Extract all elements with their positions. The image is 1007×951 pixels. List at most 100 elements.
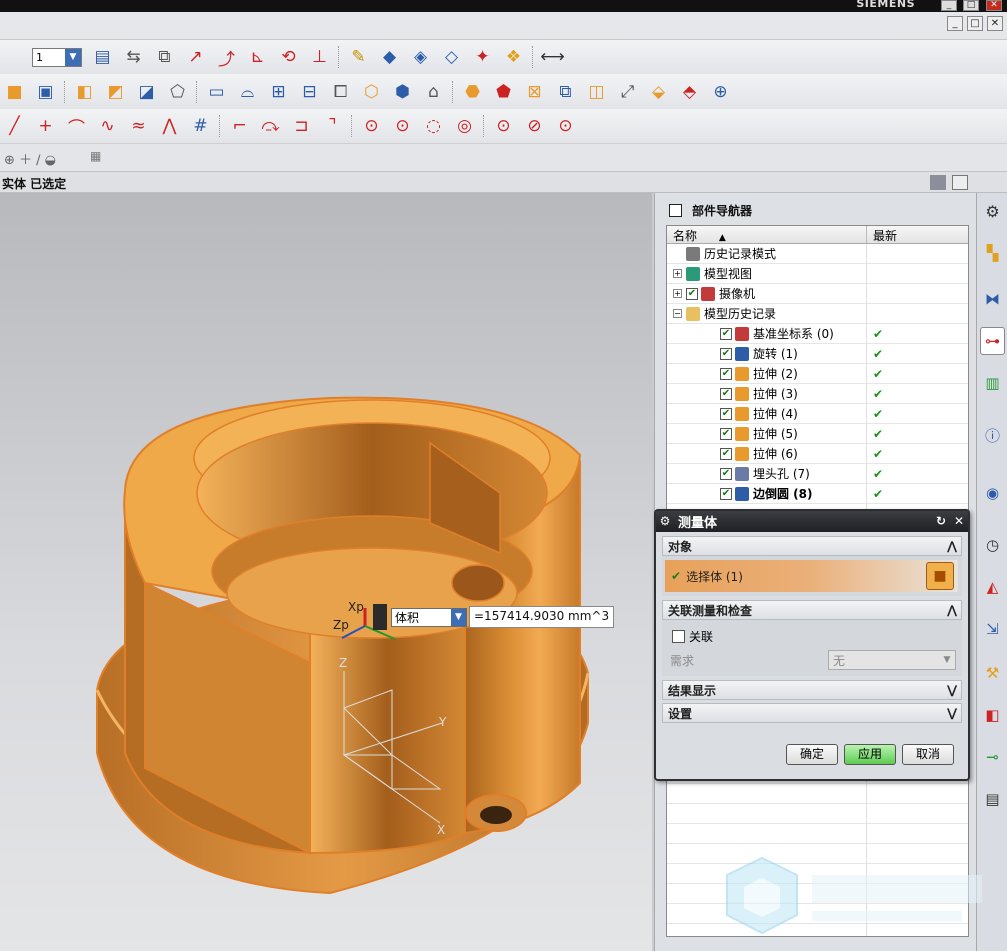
trim-curve-icon[interactable]: ⌐ xyxy=(227,114,252,138)
snap-icon[interactable]: ✎ xyxy=(346,45,371,69)
tree-row[interactable]: ✔ 旋转 (1) ✔ xyxy=(667,343,968,364)
wcs-set-icon[interactable]: ⊥ xyxy=(307,45,332,69)
expand-icon[interactable]: + xyxy=(673,289,682,298)
minimize-button[interactable]: _ xyxy=(941,0,957,11)
ok-button[interactable]: 确定 xyxy=(786,744,838,765)
invert-visibility-icon[interactable]: ✦ xyxy=(470,45,495,69)
apply-button[interactable]: 应用 xyxy=(844,744,896,765)
tree-row[interactable]: ✔ 埋头孔 (7) ✔ xyxy=(667,463,968,484)
body-icon[interactable]: ▣ xyxy=(33,80,58,104)
expand-icon[interactable]: + xyxy=(673,269,682,278)
polyline-icon[interactable]: ⋀ xyxy=(157,114,182,138)
select-body-row[interactable]: ✔ 选择体 (1) ■ xyxy=(665,560,958,592)
mdi-minimize-button[interactable]: _ xyxy=(947,16,963,31)
visibility-checkbox[interactable]: ✔ xyxy=(720,347,732,360)
part-nav-icon[interactable]: ⊶ xyxy=(980,327,1005,355)
wcs-dynamic-icon[interactable]: ⟲ xyxy=(276,45,301,69)
spline-icon[interactable]: ∿ xyxy=(95,114,120,138)
visibility-checkbox[interactable]: ✔ xyxy=(720,367,732,380)
move-layer-icon[interactable]: ⇆ xyxy=(121,45,146,69)
status-filter-icon[interactable] xyxy=(930,175,946,190)
sync-constraint-icon[interactable]: ⬘ xyxy=(677,80,702,104)
circle-icon[interactable]: ⊙ xyxy=(359,114,384,138)
select-body-button[interactable]: ■ xyxy=(926,562,954,590)
line-icon[interactable]: ╱ xyxy=(2,114,27,138)
extend-curve-icon[interactable]: ⤼ xyxy=(258,114,283,138)
tree-row[interactable]: ✔ 边倒圆 (8) ✔ xyxy=(667,483,968,504)
visibility-checkbox[interactable]: ✔ xyxy=(720,407,732,420)
mesh-surface-icon[interactable]: ⊟ xyxy=(297,80,322,104)
associative-checkbox-row[interactable]: 关联 xyxy=(672,628,713,645)
corner-icon[interactable]: ⊐ xyxy=(289,114,314,138)
tree-row[interactable]: ✔ 拉伸 (6) ✔ xyxy=(667,443,968,464)
close-button[interactable]: ✕ xyxy=(986,0,1002,11)
sync-options-icon[interactable]: ⊕ xyxy=(708,80,733,104)
circle-3pt-icon[interactable]: ◌ xyxy=(421,114,446,138)
sync-move-face-icon[interactable]: ⬣ xyxy=(460,80,485,104)
requirement-select[interactable]: 无 ▼ xyxy=(828,650,956,670)
gear-icon[interactable]: ⚙ xyxy=(980,197,1005,225)
reset-icon[interactable]: ↻ xyxy=(932,513,950,530)
layer-combo[interactable]: 1 ▼ xyxy=(32,47,82,67)
helix-icon[interactable]: ≈ xyxy=(126,114,151,138)
surface-icon[interactable]: ▭ xyxy=(204,80,229,104)
collapse-icon[interactable]: − xyxy=(673,309,682,318)
tree-row[interactable]: ✔ 拉伸 (2) ✔ xyxy=(667,363,968,384)
property-combo[interactable]: 体积 ▼ xyxy=(391,607,467,627)
show-only-icon[interactable]: ◈ xyxy=(408,45,433,69)
process-studio-icon[interactable]: ⇲ xyxy=(980,615,1005,643)
graphics-viewport[interactable]: Xp Zp Z Y X xyxy=(0,193,652,951)
measure-distance-icon[interactable]: ⟷ xyxy=(540,45,565,69)
ruled-surface-icon[interactable]: ⌓ xyxy=(235,80,260,104)
tree-row[interactable]: ✔ 拉伸 (3) ✔ xyxy=(667,383,968,404)
tree-row[interactable]: + ✔ 摄像机 xyxy=(667,283,968,304)
gear-icon[interactable]: ⚙ xyxy=(656,513,674,530)
sweep-icon[interactable]: ◩ xyxy=(103,80,128,104)
layer-settings-icon[interactable]: ▤ xyxy=(90,45,115,69)
point-icon[interactable]: + xyxy=(33,114,58,138)
visibility-checkbox[interactable]: ✔ xyxy=(720,327,732,340)
section-settings[interactable]: 设置 ⋁ xyxy=(662,703,962,723)
fillet-icon[interactable]: ⊙ xyxy=(553,114,578,138)
offset-surface-icon[interactable]: ⧠ xyxy=(328,80,353,104)
section-object[interactable]: 对象 ⋀ xyxy=(662,536,962,556)
visibility-checkbox[interactable]: ✔ xyxy=(720,467,732,480)
sync-delete-face-icon[interactable]: ⊠ xyxy=(522,80,547,104)
block-icon[interactable]: ■ xyxy=(2,80,27,104)
visibility-checkbox[interactable]: ✔ xyxy=(720,447,732,460)
arc-icon[interactable]: ⌒ xyxy=(64,114,89,139)
wcs-orient-icon[interactable]: ⊾ xyxy=(245,45,270,69)
web-browser-icon[interactable]: ◉ xyxy=(980,479,1005,507)
wcs-origin-icon[interactable]: ↗ xyxy=(183,45,208,69)
visibility-checkbox[interactable]: ✔ xyxy=(720,427,732,440)
part-model[interactable]: Xp Zp Z Y X xyxy=(0,193,652,951)
section-results[interactable]: 结果显示 ⋁ xyxy=(662,680,962,700)
selection-filter-icon[interactable]: ▦ xyxy=(90,149,101,163)
drag-handle[interactable] xyxy=(373,604,387,630)
tree-row[interactable]: ✔ 拉伸 (4) ✔ xyxy=(667,403,968,424)
hide-icon[interactable]: ◇ xyxy=(439,45,464,69)
tree-row[interactable]: 历史记录模式 xyxy=(667,243,968,264)
wcs-rotate-icon[interactable]: ⤴ xyxy=(214,45,239,70)
tree-row[interactable]: ✔ 拉伸 (5) ✔ xyxy=(667,423,968,444)
mdi-restore-button[interactable]: □ xyxy=(967,16,983,31)
circle-tangent-icon[interactable]: ◎ xyxy=(452,114,477,138)
snap-point-icon[interactable]: ⊕ ＋ ∕ ◒ xyxy=(4,149,56,168)
section-associative[interactable]: 关联测量和检查 ⋀ xyxy=(662,600,962,620)
hd3d-icon[interactable]: ⓘ xyxy=(980,421,1005,449)
copy-layer-icon[interactable]: ⧉ xyxy=(152,45,177,69)
sync-pull-face-icon[interactable]: ⬟ xyxy=(491,80,516,104)
sync-offset-icon[interactable]: ⬙ xyxy=(646,80,671,104)
visibility-checkbox[interactable]: ✔ xyxy=(720,387,732,400)
draft-icon[interactable]: ⬠ xyxy=(165,80,190,104)
ellipse-icon[interactable]: ⊙ xyxy=(491,114,516,138)
close-icon[interactable]: ✕ xyxy=(950,513,968,530)
column-newest[interactable]: 最新 xyxy=(867,226,968,243)
reuse-library-icon[interactable]: ▥ xyxy=(980,369,1005,397)
chamfer-icon[interactable]: ◪ xyxy=(134,80,159,104)
grid-icon[interactable]: # xyxy=(188,114,213,138)
palettes-icon[interactable]: ▤ xyxy=(980,785,1005,813)
tree-row[interactable]: − 模型历史记录 xyxy=(667,303,968,324)
system-materials-icon[interactable]: ◭ xyxy=(980,573,1005,601)
extrude-icon[interactable]: ◧ xyxy=(72,80,97,104)
